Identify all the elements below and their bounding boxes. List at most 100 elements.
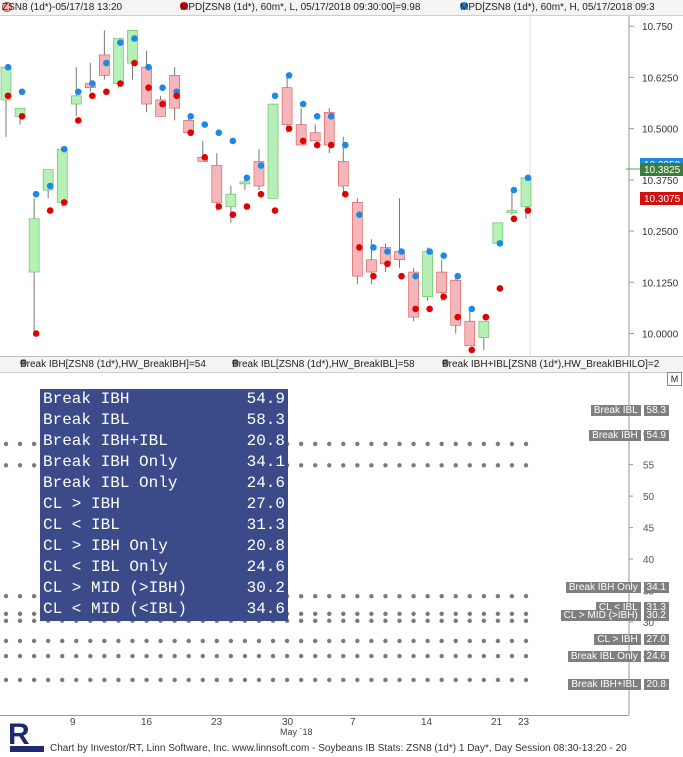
stat-dot	[200, 677, 205, 683]
high-dot	[4, 63, 12, 71]
stat-dot	[74, 677, 79, 683]
price-tick-label: 10.2500	[642, 227, 679, 238]
stat-dot	[312, 594, 318, 599]
stat-dot	[453, 441, 458, 447]
stat-dot	[214, 677, 220, 683]
candle-body	[366, 259, 377, 273]
stat-dot	[88, 638, 93, 644]
price-tag-low: 10.3075	[640, 192, 683, 205]
low-dot	[187, 129, 195, 137]
stat-dot	[242, 677, 248, 683]
low-dot	[313, 141, 321, 149]
stat-dot	[312, 653, 318, 659]
stat-dot	[523, 677, 529, 683]
stat-dot	[130, 653, 135, 659]
x-tick-label: 16	[141, 717, 153, 728]
stat-dot	[439, 611, 444, 617]
right-tag-value: 34.1	[643, 582, 669, 593]
high-dot	[117, 39, 124, 46]
right-tag-label: Break IBH	[589, 430, 641, 441]
high-dot	[356, 211, 363, 218]
stat-dot	[523, 653, 529, 659]
high-dot	[313, 113, 321, 120]
stat-dot	[186, 638, 191, 644]
stats-row: CL < IBL Only 24.6	[40, 557, 288, 578]
stat-dot	[200, 653, 205, 659]
sub-legend-1-text: Break IBH[ZSN8 (1d*),HW_BreakIBH]=54	[20, 359, 206, 370]
stat-dot	[523, 618, 529, 623]
high-dot	[271, 92, 279, 100]
right-tag-value: 54.9	[643, 430, 669, 441]
stat-dot	[509, 463, 515, 468]
candle-body	[127, 29, 138, 64]
low-dot	[285, 125, 293, 132]
sub-axis[interactable]: 6055504540353025	[629, 429, 655, 661]
right-tag-value: 27.0	[643, 634, 669, 645]
stat-dot	[214, 653, 220, 659]
stat-dot	[369, 441, 374, 447]
stat-dot	[116, 677, 121, 683]
price-chart[interactable]: 10.750 10.6250 10.5000 10.3750 10.2500 10.125…	[0, 16, 683, 356]
stat-dot	[17, 611, 23, 617]
stat-dot	[509, 677, 515, 683]
stat-dot	[509, 653, 515, 659]
price-axis[interactable]: 10.750 10.6250 10.5000 10.3750 10.2500 10.125…	[629, 22, 679, 341]
high-dot	[440, 252, 447, 259]
high-dot	[398, 248, 405, 255]
stat-dot	[453, 638, 458, 644]
sub-tick-label: 55	[643, 461, 655, 472]
stat-dot	[439, 463, 444, 468]
stats-label: Break IBH Only	[43, 453, 178, 471]
high-dot	[89, 80, 96, 87]
low-dot	[412, 305, 419, 313]
stat-dot	[327, 463, 332, 468]
low-dot	[468, 346, 476, 354]
stat-dot	[495, 653, 501, 659]
stat-dot	[495, 594, 501, 599]
stat-dot	[17, 618, 23, 623]
right-tag-break-ibl-only: Break IBL Only 24.6	[567, 650, 669, 663]
right-tag-value: 58.3	[643, 405, 669, 416]
stat-dot	[523, 441, 529, 447]
stat-dot	[270, 677, 276, 683]
stat-dot	[312, 463, 318, 468]
right-tag-label: Break IBL	[590, 405, 641, 416]
low-dot	[32, 330, 40, 337]
high-dot	[60, 145, 68, 153]
stat-dot	[467, 441, 472, 447]
stats-label: Break IBH	[43, 390, 130, 408]
x-tick-label: 23	[211, 717, 223, 728]
stat-dot	[355, 653, 360, 659]
high-dot	[370, 244, 377, 251]
stat-dot	[256, 677, 262, 683]
low-dot	[229, 211, 237, 218]
stat-dot	[45, 638, 51, 644]
stat-dot	[327, 441, 332, 447]
stats-label: CL < IBL	[43, 516, 120, 534]
stat-dot	[411, 618, 416, 623]
low-dot	[4, 92, 12, 100]
stat-dot	[383, 594, 388, 599]
stat-dot	[509, 638, 515, 644]
stat-dot	[355, 677, 360, 683]
stat-dot	[383, 441, 388, 447]
stat-dot	[523, 611, 529, 617]
stat-dot	[256, 638, 262, 644]
low-dot	[327, 141, 335, 149]
stat-dot	[439, 618, 444, 623]
price-plot-area	[0, 16, 629, 356]
stat-dot	[481, 618, 487, 623]
stat-dot	[411, 441, 416, 447]
low-dot	[74, 117, 82, 124]
series-legend-2-text: MPD[ZSN8 (1d*), 60m*, L, 05/17/2018 09:3…	[180, 2, 421, 13]
stat-dot	[383, 638, 388, 644]
stat-dot	[45, 653, 51, 659]
stat-dot	[453, 618, 458, 623]
stats-value: 54.9	[246, 390, 285, 408]
candle-body	[506, 210, 518, 213]
low-dot	[46, 207, 54, 214]
high-dot	[229, 137, 237, 145]
stat-dot	[284, 653, 290, 659]
x-axis-line	[0, 715, 629, 716]
price-tick-label: 10.750	[642, 22, 673, 33]
